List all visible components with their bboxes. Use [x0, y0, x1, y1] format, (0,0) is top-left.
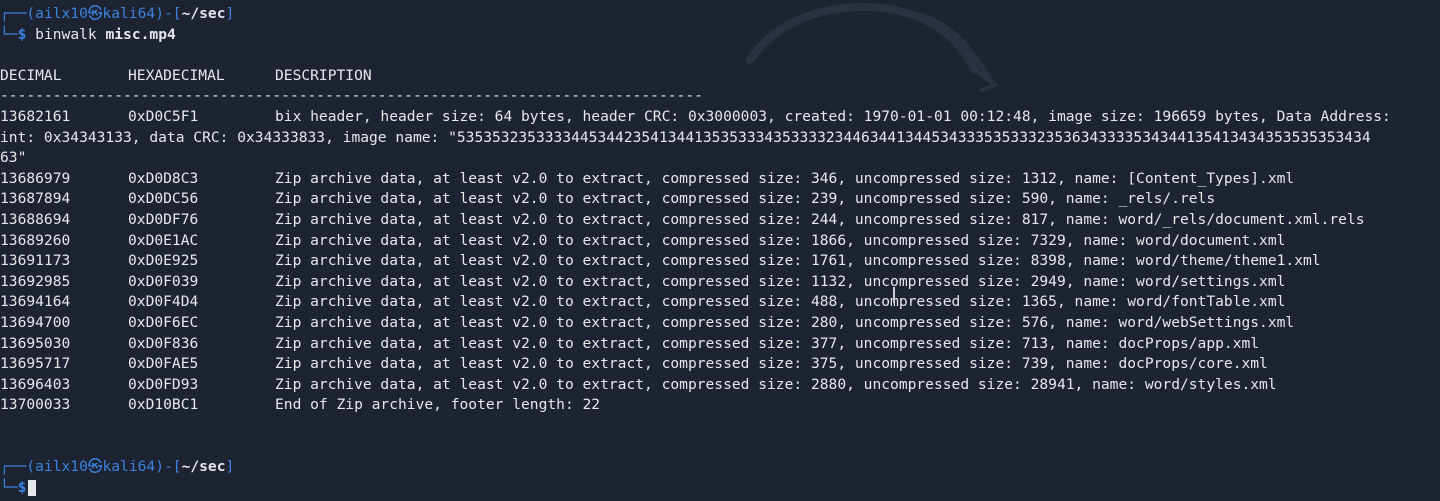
row-hex: 0xD0DF76 [128, 210, 199, 228]
row-decimal: 13694164 [0, 293, 71, 311]
prompt-at-symbol: ㉿ [87, 5, 103, 22]
row-hex: 0xD0F836 [128, 334, 199, 352]
table-header: DECIMAL HEXADECIMAL DESCRIPTION [0, 66, 1440, 87]
row-hex: 0xD0C5F1 [128, 107, 199, 125]
prompt-frame-mid: )-[ [155, 458, 182, 476]
table-row: 13689260 0xD0E1AC Zip archive data, at lea… [0, 231, 1440, 252]
table-row: 13694700 0xD0F6EC Zip archive data, at lea… [0, 313, 1440, 334]
row-description: Zip archive data, at least v2.0 to extra… [275, 334, 1260, 352]
prompt-at-symbol: ㉿ [87, 458, 103, 476]
prompt-path: ~/sec [181, 5, 226, 22]
table-row: 13695030 0xD0F836 Zip archive data, at lea… [0, 334, 1440, 355]
row-hex: 0xD0E1AC [128, 231, 199, 249]
prompt-frame-end: ] [225, 458, 235, 476]
row-description: Zip archive data, at least v2.0 to extra… [275, 231, 1286, 249]
table-row: 13700033 0xD10BC1 End of Zip archive, foot… [0, 395, 1440, 416]
input-line[interactable]: └─$ [0, 478, 1440, 499]
row-decimal: 13686979 [0, 169, 71, 187]
row-description: Zip archive data, at least v2.0 to extra… [275, 313, 1295, 331]
prompt-path: ~/sec [181, 458, 226, 476]
header-decimal: DECIMAL [0, 66, 62, 84]
row-decimal: 13696403 [0, 375, 71, 393]
row-hex: 0xD10BC1 [128, 396, 199, 414]
table-row: 13694164 0xD0F4D4 Zip archive data, at lea… [0, 292, 1440, 313]
row-hex: 0xD0FAE5 [128, 355, 199, 373]
row-description-wrap: int: 0x34343133, data CRC: 0x34333833, i… [0, 128, 1371, 146]
row-description: End of Zip archive, footer length: 22 [275, 396, 601, 414]
row-decimal: 13692985 [0, 272, 71, 290]
terminal-output[interactable]: ┌──(ailx10㉿kali64)-[~/sec] └─$ binwalk m… [0, 4, 1440, 501]
table-row: 13687894 0xD0DC56 Zip archive data, at lea… [0, 189, 1440, 210]
row-description: Zip archive data, at least v2.0 to extra… [275, 375, 1277, 393]
prompt-frame-top: ┌──( [0, 5, 36, 22]
table-row: 13692985 0xD0F039 Zip archive data, at lea… [0, 272, 1440, 293]
table-row: 13682161 0xD0C5F1 bix header, header size:… [0, 107, 1440, 128]
row-decimal: 13694700 [0, 313, 71, 331]
prompt-dollar: $ [17, 25, 27, 43]
row-hex: 0xD0F6EC [128, 313, 199, 331]
row-decimal: 13688694 [0, 210, 71, 228]
prompt-dollar: $ [17, 478, 27, 496]
table-row-wrap: int: 0x34343133, data CRC: 0x34333833, i… [0, 128, 1440, 149]
command-argument: misc.mp4 [105, 25, 176, 43]
prompt-user: ailx10 [35, 458, 88, 476]
block-cursor-icon [28, 479, 37, 496]
row-hex: 0xD0D8C3 [128, 169, 199, 187]
prompt-frame-bottom: └─ [0, 478, 18, 496]
row-description: bix header, header size: 64 bytes, heade… [275, 107, 1391, 125]
row-decimal: 13700033 [0, 396, 71, 414]
prompt-host: kali64 [102, 5, 156, 22]
table-row-wrap: 63" [0, 148, 1440, 169]
row-decimal: 13682161 [0, 107, 71, 125]
row-description: Zip archive data, at least v2.0 to extra… [275, 272, 1286, 290]
header-description: DESCRIPTION [275, 66, 372, 84]
prompt-top-line: ┌──(ailx10㉿kali64)-[~/sec] [0, 4, 1440, 25]
table-row: 13691173 0xD0E925 Zip archive data, at lea… [0, 251, 1440, 272]
row-decimal: 13691173 [0, 252, 71, 270]
table-row: 13688694 0xD0DF76 Zip archive data, at lea… [0, 210, 1440, 231]
row-hex: 0xD0F039 [128, 272, 199, 290]
row-hex: 0xD0E925 [128, 252, 199, 270]
row-description-wrap: 63" [0, 149, 27, 167]
row-hex: 0xD0F4D4 [128, 293, 199, 311]
command-line: └─$ binwalk misc.mp4 [0, 25, 1440, 46]
row-decimal: 13687894 [0, 190, 71, 208]
prompt-frame-mid: )-[ [155, 5, 182, 22]
header-hexadecimal: HEXADECIMAL [128, 66, 225, 84]
row-description: Zip archive data, at least v2.0 to extra… [275, 169, 1295, 187]
prompt-frame-bottom: └─ [0, 25, 18, 43]
prompt-top-line: ┌──(ailx10㉿kali64)-[~/sec] [0, 457, 1440, 478]
row-description: Zip archive data, at least v2.0 to extra… [275, 293, 1286, 311]
command-program: binwalk [35, 25, 97, 43]
row-hex: 0xD0DC56 [128, 190, 199, 208]
table-row: 13696403 0xD0FD93 Zip archive data, at lea… [0, 375, 1440, 396]
row-decimal: 13695717 [0, 355, 71, 373]
table-row: 13695717 0xD0FAE5 Zip archive data, at lea… [0, 354, 1440, 375]
prompt-host: kali64 [102, 458, 156, 476]
table-row: 13686979 0xD0D8C3 Zip archive data, at lea… [0, 169, 1440, 190]
prompt-frame-top: ┌──( [0, 458, 36, 476]
row-description: Zip archive data, at least v2.0 to extra… [275, 210, 1365, 228]
row-description: Zip archive data, at least v2.0 to extra… [275, 355, 1268, 373]
row-decimal: 13689260 [0, 231, 71, 249]
row-decimal: 13695030 [0, 334, 71, 352]
prompt-user: ailx10 [35, 5, 88, 22]
row-hex: 0xD0FD93 [128, 375, 199, 393]
row-description: Zip archive data, at least v2.0 to extra… [275, 190, 1216, 208]
table-separator: ----------------------------------------… [0, 87, 703, 105]
row-description: Zip archive data, at least v2.0 to extra… [275, 252, 1321, 270]
ibeam-cursor-icon [893, 287, 895, 303]
prompt-frame-end: ] [225, 5, 235, 22]
